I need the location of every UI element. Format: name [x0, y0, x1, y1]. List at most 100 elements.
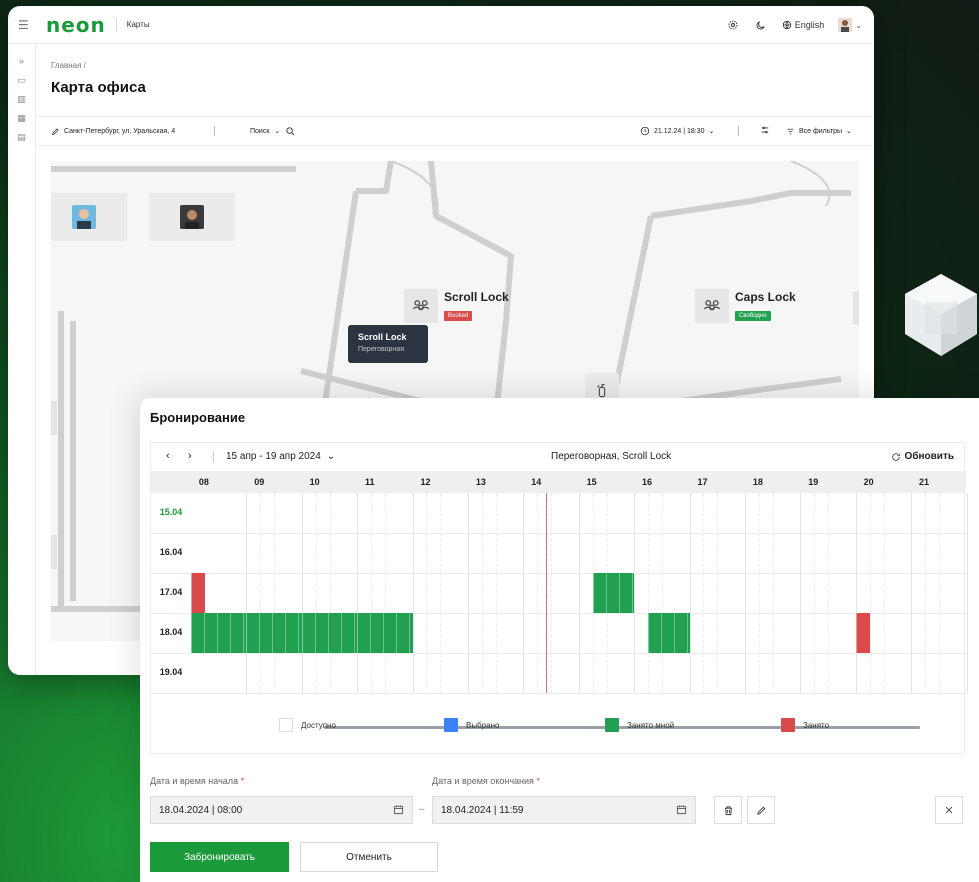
breadcrumb[interactable]: Главная /: [51, 61, 86, 70]
minor-gridline: [925, 493, 927, 693]
booking-block-mine[interactable]: [301, 613, 358, 653]
filter-divider: [214, 126, 215, 136]
row-gridline: [151, 533, 966, 534]
day-label: 17.04: [159, 587, 183, 597]
booking-block-mine[interactable]: [246, 613, 302, 653]
schedule-grid[interactable]: 08 09 10 11 12 13 14 15 16 17 18 19 20 21 15.04 16.04 1…: [151, 471, 968, 729]
nav-divider: [213, 451, 214, 463]
chevron-right-icon[interactable]: ›: [188, 450, 192, 462]
row-gridline: [151, 693, 966, 694]
room-scroll-lock[interactable]: Scroll Lock Booked: [404, 289, 509, 323]
left-rail: » ▭ ▥ ▦ ▤: [8, 44, 36, 675]
minor-gridline: [440, 493, 442, 693]
calendar-icon[interactable]: [676, 804, 687, 815]
room-tooltip: Scroll Lock Переговорная: [348, 325, 428, 363]
delete-button[interactable]: [714, 796, 742, 824]
room-name: Caps Lock: [735, 290, 796, 304]
start-label-text: Дата и время начала: [150, 776, 239, 786]
booking-dialog: Бронирование ‹ › 15 апр - 19 апр 2024 ⌄ …: [140, 398, 979, 882]
person-card[interactable]: [149, 193, 235, 241]
legend-label: Занято мной: [627, 720, 675, 730]
booking-block-mine[interactable]: [648, 613, 690, 653]
map-icon[interactable]: ▭: [17, 75, 27, 85]
refresh-icon: [891, 452, 900, 461]
pencil-icon: [51, 127, 59, 135]
people-icon: [695, 289, 729, 323]
address-filter[interactable]: Санкт-Петербург, ул. Уральская, 4: [51, 127, 175, 136]
minor-gridline: [315, 493, 317, 693]
minor-gridline: [274, 493, 276, 693]
day-label: 19.04: [159, 667, 183, 677]
calendar-icon[interactable]: [393, 804, 404, 815]
refresh-button[interactable]: Обновить: [891, 451, 954, 462]
moon-icon[interactable]: [754, 18, 768, 32]
hour-gridline: [911, 493, 913, 693]
hour-gridline: [523, 493, 525, 693]
legend-item-selected: Выбрано: [444, 718, 499, 732]
sliders-icon[interactable]: [760, 125, 770, 137]
minor-gridline: [384, 493, 386, 693]
minor-gridline: [703, 493, 705, 693]
language-label: English: [794, 20, 825, 30]
cancel-button[interactable]: Отменить: [300, 842, 438, 872]
chevron-left-icon[interactable]: ‹: [166, 450, 170, 462]
end-label-text: Дата и время окончания: [432, 776, 534, 786]
expand-icon[interactable]: »: [17, 56, 27, 66]
minor-gridline: [537, 493, 539, 693]
person-photo: [180, 205, 204, 229]
legend-swatch: [781, 718, 795, 732]
booking-block-mine[interactable]: [357, 613, 413, 653]
legend-swatch: [605, 718, 619, 732]
booking-block-busy[interactable]: [855, 613, 870, 653]
room-title: Переговорная, Scroll Lock: [551, 451, 672, 462]
search-dropdown[interactable]: Поиск ⌄: [250, 126, 296, 137]
legend-label: Доступно: [301, 720, 336, 730]
language-switcher[interactable]: English: [782, 20, 825, 30]
edit-button[interactable]: [747, 796, 775, 824]
close-button[interactable]: [935, 796, 963, 824]
room-caps-lock[interactable]: Caps Lock Свободно: [695, 289, 796, 323]
all-filters-button[interactable]: Все фильтры ⌄: [786, 127, 852, 136]
booking-block-mine[interactable]: [592, 573, 635, 613]
hour-gridline: [468, 493, 469, 693]
chevron-down-icon: ⌄: [708, 128, 715, 135]
clock-icon: [640, 126, 650, 136]
hour-label: 14: [531, 477, 542, 487]
start-datetime-field[interactable]: 18.04.2024 | 08:00: [150, 796, 413, 824]
legend-label: Занято: [803, 720, 830, 730]
start-label: Дата и время начала *: [150, 776, 244, 786]
minor-gridline: [772, 493, 774, 693]
day-label: 18.04: [159, 627, 183, 637]
building-icon[interactable]: ▥: [17, 94, 27, 104]
hour-label: 13: [475, 477, 486, 487]
chevron-down-icon: ⌄: [326, 451, 336, 462]
gear-icon[interactable]: [726, 18, 740, 32]
hour-gridline: [412, 493, 414, 693]
chevron-down-icon: ⌄: [274, 128, 281, 135]
grid-icon[interactable]: ▦: [17, 113, 27, 123]
hour-gridline: [246, 493, 248, 693]
row-gridline: [151, 653, 966, 654]
end-label: Дата и время окончания *: [432, 776, 540, 786]
required-mark: *: [536, 776, 540, 786]
page-title: Карта офиса: [51, 79, 146, 96]
hour-label: 21: [919, 477, 930, 487]
user-menu[interactable]: ⌄: [838, 18, 862, 32]
list-icon[interactable]: ▤: [17, 132, 27, 142]
trash-icon: [724, 805, 732, 815]
search-icon[interactable]: [285, 126, 296, 137]
legend-item-mine: Занято мной: [605, 718, 674, 732]
book-button[interactable]: Забронировать: [150, 842, 289, 872]
end-datetime-value: 18.04.2024 | 11:59: [441, 805, 524, 816]
booking-block-busy[interactable]: [191, 573, 205, 613]
datetime-filter[interactable]: 21.12.24 | 18:30 ⌄: [640, 126, 714, 136]
booking-block-mine[interactable]: [191, 613, 247, 653]
day-label: 15.04: [159, 507, 183, 517]
end-datetime-field[interactable]: 18.04.2024 | 11:59: [432, 796, 696, 824]
hours-row: 08 09 10 11 12 13 14 15 16 17 18 19 20 21: [151, 471, 966, 493]
booking-calendar: ‹ › 15 апр - 19 апр 2024 ⌄ Переговорная,…: [150, 442, 968, 754]
minor-gridline: [648, 493, 650, 693]
person-card[interactable]: [51, 193, 127, 241]
menu-icon[interactable]: ☰: [18, 18, 34, 32]
date-range-dropdown[interactable]: 15 апр - 19 апр 2024 ⌄: [226, 451, 335, 462]
